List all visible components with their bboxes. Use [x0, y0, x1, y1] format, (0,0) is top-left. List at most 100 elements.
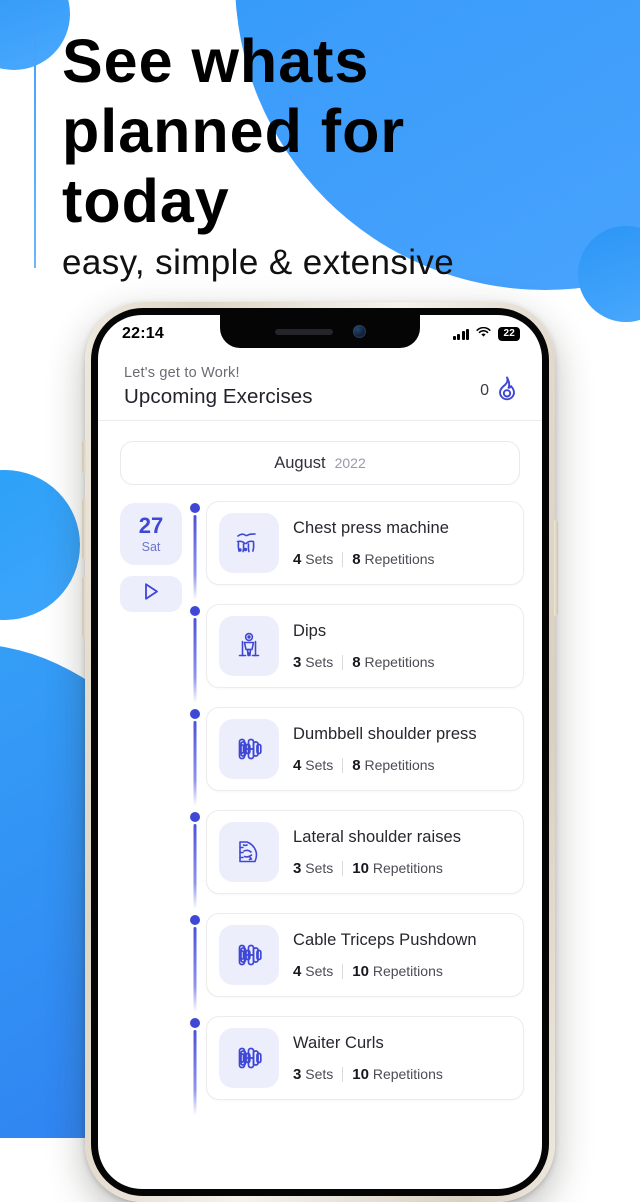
sets-label: Sets — [305, 1065, 334, 1082]
sets-count: 3 — [293, 653, 302, 671]
sets-count: 4 — [293, 550, 302, 568]
greeting-text: Let's get to Work! — [124, 365, 240, 381]
meta-separator — [342, 757, 344, 773]
sets-label: Sets — [305, 962, 334, 979]
start-workout-button[interactable] — [120, 576, 182, 612]
reps-count: 8 — [352, 653, 361, 671]
meta-separator — [342, 1066, 344, 1082]
day-number: 27 — [138, 513, 164, 539]
reps-count: 8 — [352, 756, 361, 774]
timeline-rail — [184, 501, 206, 1121]
exercise-details: Dips 3 Sets 8 Repetitions — [293, 622, 511, 671]
month-selector[interactable]: August 2022 — [120, 441, 520, 485]
dips-parallel-bars-icon — [219, 616, 279, 676]
flame-icon — [496, 376, 518, 406]
timeline-node — [184, 915, 206, 1018]
sets-label: Sets — [305, 550, 334, 567]
timeline-dot — [190, 812, 200, 822]
exercise-name: Cable Triceps Pushdown — [293, 930, 477, 949]
phone-mockup: 22:14 22 Let's get to Work! Upcoming Exe… — [82, 302, 558, 1202]
sets-count: 3 — [293, 859, 302, 877]
exercise-details: Cable Triceps Pushdown 4 Sets 10 Repetitio… — [293, 931, 511, 980]
app-header: Let's get to Work! Upcoming Exercises 0 — [98, 353, 542, 421]
reps-label: Repetitions — [364, 550, 435, 567]
battery-indicator: 22 — [498, 327, 520, 341]
exercise-name: Lateral shoulder raises — [293, 827, 462, 846]
phone-volume-down-button[interactable] — [82, 576, 86, 638]
exercise-details: Dumbbell shoulder press 4 Sets 8 Repetitio… — [293, 725, 511, 774]
timeline-dot — [190, 915, 200, 925]
streak-count: 0 — [480, 382, 489, 399]
timeline-connector — [193, 618, 197, 703]
chest-muscle-icon — [219, 513, 279, 573]
exercise-details: Lateral shoulder raises 3 Sets 10 Repetiti… — [293, 828, 511, 877]
blue-circle-left-mid — [0, 470, 80, 620]
reps-label: Repetitions — [372, 962, 443, 979]
exercise-list-area: 27 Sat Chest press machine 4 Sets 8 Repeti… — [98, 485, 542, 1121]
promo-text-block: See whats planned for today easy, simple… — [62, 26, 622, 284]
exercise-card[interactable]: Dumbbell shoulder press 4 Sets 8 Repetitio… — [206, 707, 524, 791]
meta-separator — [342, 551, 344, 567]
reps-count: 10 — [352, 859, 369, 877]
meta-separator — [342, 963, 344, 979]
timeline-node — [184, 1018, 206, 1121]
phone-screen: 22:14 22 Let's get to Work! Upcoming Exe… — [98, 315, 542, 1189]
reps-count: 10 — [352, 1065, 369, 1083]
promo-headline: See whats planned for today — [62, 27, 406, 235]
timeline-connector — [193, 515, 197, 600]
exercise-name: Waiter Curls — [293, 1033, 384, 1052]
reps-count: 10 — [352, 962, 369, 980]
exercise-meta: 3 Sets 10 Repetitions — [293, 1066, 511, 1083]
exercise-card[interactable]: Lateral shoulder raises 3 Sets 10 Repetiti… — [206, 810, 524, 894]
reps-label: Repetitions — [372, 859, 443, 876]
exercise-card[interactable]: Chest press machine 4 Sets 8 Repetitions — [206, 501, 524, 585]
phone-volume-up-button[interactable] — [82, 498, 86, 560]
reps-label: Repetitions — [364, 756, 435, 773]
reps-label: Repetitions — [364, 653, 435, 670]
exercise-card[interactable]: Dips 3 Sets 8 Repetitions — [206, 604, 524, 688]
reps-label: Repetitions — [372, 1065, 443, 1082]
dumbbell-icon — [219, 719, 279, 779]
day-chip[interactable]: 27 Sat — [120, 503, 182, 565]
exercise-details: Chest press machine 4 Sets 8 Repetitions — [293, 519, 511, 568]
meta-separator — [342, 654, 344, 670]
meta-separator — [342, 860, 344, 876]
sets-label: Sets — [305, 859, 334, 876]
exercise-meta: 3 Sets 10 Repetitions — [293, 860, 511, 877]
reps-count: 8 — [352, 550, 361, 568]
timeline-node — [184, 709, 206, 812]
exercise-card[interactable]: Cable Triceps Pushdown 4 Sets 10 Repetitio… — [206, 913, 524, 997]
wifi-icon — [476, 325, 492, 343]
streak-indicator[interactable]: 0 — [480, 376, 518, 406]
sets-label: Sets — [305, 653, 334, 670]
timeline-dot — [190, 709, 200, 719]
timeline-dot — [190, 503, 200, 513]
shoulder-muscle-icon — [219, 822, 279, 882]
timeline-node — [184, 503, 206, 606]
cellular-signal-icon — [452, 328, 470, 340]
status-bar-indicators: 22 — [452, 325, 520, 343]
page-title: Upcoming Exercises — [124, 385, 313, 408]
sets-count: 4 — [293, 756, 302, 774]
timeline-dot — [190, 1018, 200, 1028]
exercise-meta: 4 Sets 8 Repetitions — [293, 757, 511, 774]
day-name: Sat — [141, 539, 161, 554]
sets-label: Sets — [305, 756, 334, 773]
exercise-name: Dips — [293, 621, 327, 640]
timeline-node — [184, 606, 206, 709]
phone-mute-switch[interactable] — [82, 440, 86, 474]
exercise-name: Chest press machine — [293, 518, 449, 537]
sets-count: 3 — [293, 1065, 302, 1083]
exercise-cards: Chest press machine 4 Sets 8 Repetitions Di… — [206, 501, 524, 1121]
exercise-meta: 4 Sets 8 Repetitions — [293, 551, 511, 568]
exercise-name: Dumbbell shoulder press — [293, 724, 477, 743]
exercise-card[interactable]: Waiter Curls 3 Sets 10 Repetitions — [206, 1016, 524, 1100]
timeline-node — [184, 812, 206, 915]
timeline-dot — [190, 606, 200, 616]
timeline-connector — [193, 927, 197, 1012]
day-rail: 27 Sat — [120, 501, 184, 1121]
timeline-connector — [193, 721, 197, 806]
status-bar-clock: 22:14 — [122, 325, 164, 342]
exercise-meta: 4 Sets 10 Repetitions — [293, 963, 511, 980]
phone-power-button[interactable] — [554, 520, 558, 616]
